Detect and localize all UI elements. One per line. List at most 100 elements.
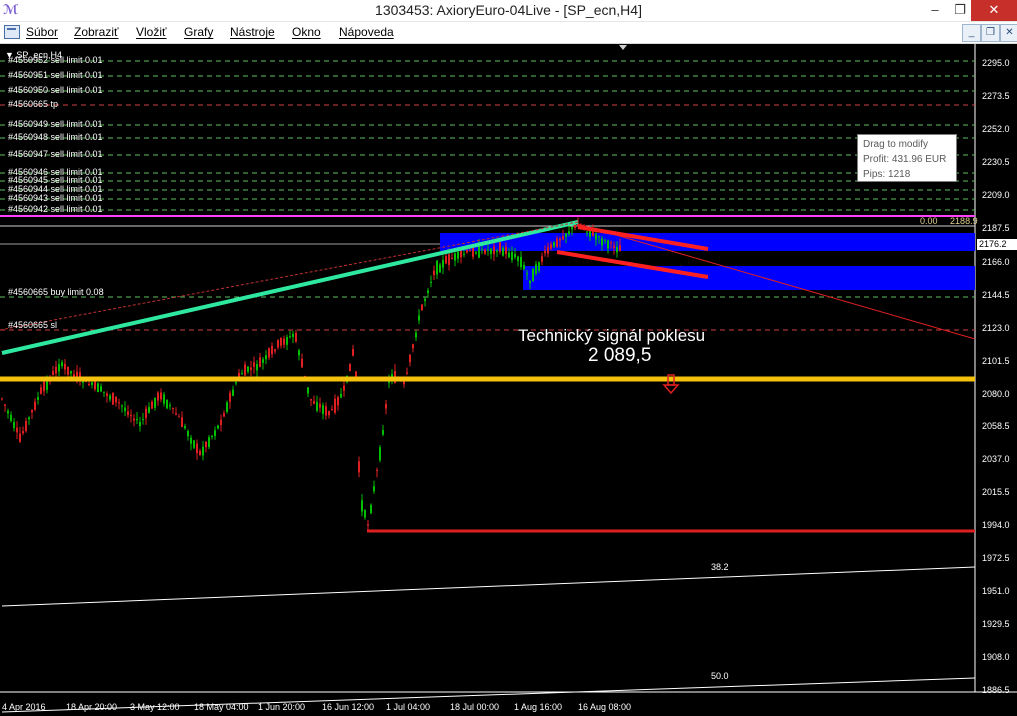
candle-body xyxy=(187,431,189,437)
menu-file[interactable]: Súbor xyxy=(26,25,58,39)
candle-body xyxy=(40,387,42,394)
menu-insert[interactable]: Vložiť xyxy=(136,25,167,39)
menu-tools[interactable]: Nástroje xyxy=(230,25,275,39)
candle-body xyxy=(295,332,297,342)
candle-body xyxy=(226,402,228,412)
price-chart[interactable]: ▼ SP_ecn,H4 #4560952 sell limit 0.01 #45… xyxy=(0,44,1017,716)
signal-title[interactable]: Technický signál poklesu xyxy=(518,326,705,346)
lower-zone[interactable] xyxy=(523,266,975,290)
date-tick: 1 Aug 16:00 xyxy=(514,702,563,712)
candle-body xyxy=(520,256,522,268)
candle-body xyxy=(328,411,330,416)
order-label[interactable]: #4560665 sl xyxy=(8,321,57,330)
order-label[interactable]: #4560665 tp xyxy=(8,100,58,109)
chevron-down-icon[interactable] xyxy=(619,45,627,50)
candle-body xyxy=(250,367,252,371)
candle-body xyxy=(94,380,96,390)
candle-body xyxy=(163,394,165,404)
candle-body xyxy=(532,268,534,282)
candle-body xyxy=(88,384,90,386)
price-tick: 2144.5 xyxy=(982,290,1010,300)
order-label[interactable]: #4560951 sell limit 0.01 xyxy=(8,71,103,80)
signal-value[interactable]: 2 089,5 xyxy=(588,345,651,367)
candle-body xyxy=(376,469,378,471)
candle-body xyxy=(466,250,468,253)
window-title: 1303453: AxioryEuro-04Live - [SP_ecn,H4] xyxy=(375,2,642,18)
candle-body xyxy=(475,252,477,254)
candle-body xyxy=(112,392,114,405)
document-icon[interactable] xyxy=(4,25,20,39)
close-button[interactable]: ✕ xyxy=(971,0,1017,21)
candle-body xyxy=(58,364,60,372)
menu-view[interactable]: Zobraziť xyxy=(74,25,119,39)
candle-body xyxy=(523,264,525,270)
candle-body xyxy=(436,260,438,275)
candle-body xyxy=(25,420,27,432)
menu-help[interactable]: Nápoveda xyxy=(339,25,394,39)
candle-body xyxy=(208,437,210,447)
candle-body xyxy=(367,524,369,526)
candle-body xyxy=(217,425,219,429)
candle-body xyxy=(556,238,558,247)
fib-zero-level: 0.00 xyxy=(920,216,938,226)
mdi-close-button[interactable]: ✕ xyxy=(1000,24,1017,42)
price-tick: 2123.0 xyxy=(982,323,1010,333)
price-tick: 1908.0 xyxy=(982,652,1010,662)
order-label[interactable]: #4560949 sell limit 0.01 xyxy=(8,120,103,129)
order-label[interactable]: #4560948 sell limit 0.01 xyxy=(8,133,103,142)
candle-body xyxy=(454,253,456,261)
candle-body xyxy=(151,401,153,409)
price-tick: 1972.5 xyxy=(982,553,1010,563)
candle-body xyxy=(247,366,249,372)
candle-body xyxy=(115,396,117,403)
candle-body xyxy=(385,403,387,409)
menu-window[interactable]: Okno xyxy=(292,25,321,39)
candle-body xyxy=(325,406,327,416)
candle-body xyxy=(352,349,354,356)
candle-body xyxy=(307,387,309,394)
candle-body xyxy=(481,249,483,251)
mdi-minimize-button[interactable]: _ xyxy=(962,24,981,42)
candle-body xyxy=(331,408,333,410)
candle-body xyxy=(121,405,123,407)
candle-body xyxy=(421,304,423,311)
price-tick: 2209.0 xyxy=(982,190,1010,200)
candle-body xyxy=(469,250,471,252)
price-tick: 1951.0 xyxy=(982,586,1010,596)
candle-body xyxy=(364,509,366,518)
candle-body xyxy=(82,381,84,383)
order-label[interactable]: #4560950 sell limit 0.01 xyxy=(8,86,103,95)
candle-body xyxy=(61,362,63,367)
menu-charts[interactable]: Grafy xyxy=(184,25,213,39)
candle-body xyxy=(196,443,198,454)
candle-body xyxy=(184,426,186,429)
order-label[interactable]: #4560943 sell limit 0.01 xyxy=(8,194,103,203)
price-tick: 2037.0 xyxy=(982,454,1010,464)
candle-body xyxy=(67,366,69,375)
candle-body xyxy=(493,246,495,255)
fib-382-line[interactable] xyxy=(1,566,976,607)
candle-body xyxy=(619,245,621,252)
candle-body xyxy=(340,393,342,398)
order-label[interactable]: #4560942 sell limit 0.01 xyxy=(8,205,103,214)
mdi-restore-button[interactable]: ❐ xyxy=(981,24,1000,42)
candle-body xyxy=(271,345,273,355)
candle-body xyxy=(13,422,15,428)
candle-body xyxy=(280,337,282,346)
price-tick: 1886.5 xyxy=(982,685,1010,695)
price-tick: 2015.5 xyxy=(982,487,1010,497)
candle-body xyxy=(358,461,360,473)
order-label[interactable]: #4560665 buy limit 0.08 xyxy=(8,288,104,297)
order-label[interactable]: #4560952 sell limit 0.01 xyxy=(8,56,103,65)
candle-body xyxy=(514,254,516,258)
candle-body xyxy=(427,290,429,293)
candle-body xyxy=(253,362,255,367)
candle-body xyxy=(526,273,528,275)
price-tick: 2230.5 xyxy=(982,157,1010,167)
date-tick: 3 May 12:00 xyxy=(130,702,180,712)
candle-body xyxy=(70,371,72,374)
candle-body xyxy=(337,397,339,406)
candle-body xyxy=(598,236,600,238)
price-tick: 2166.0 xyxy=(982,257,1010,267)
order-label[interactable]: #4560947 sell limit 0.01 xyxy=(8,150,103,159)
